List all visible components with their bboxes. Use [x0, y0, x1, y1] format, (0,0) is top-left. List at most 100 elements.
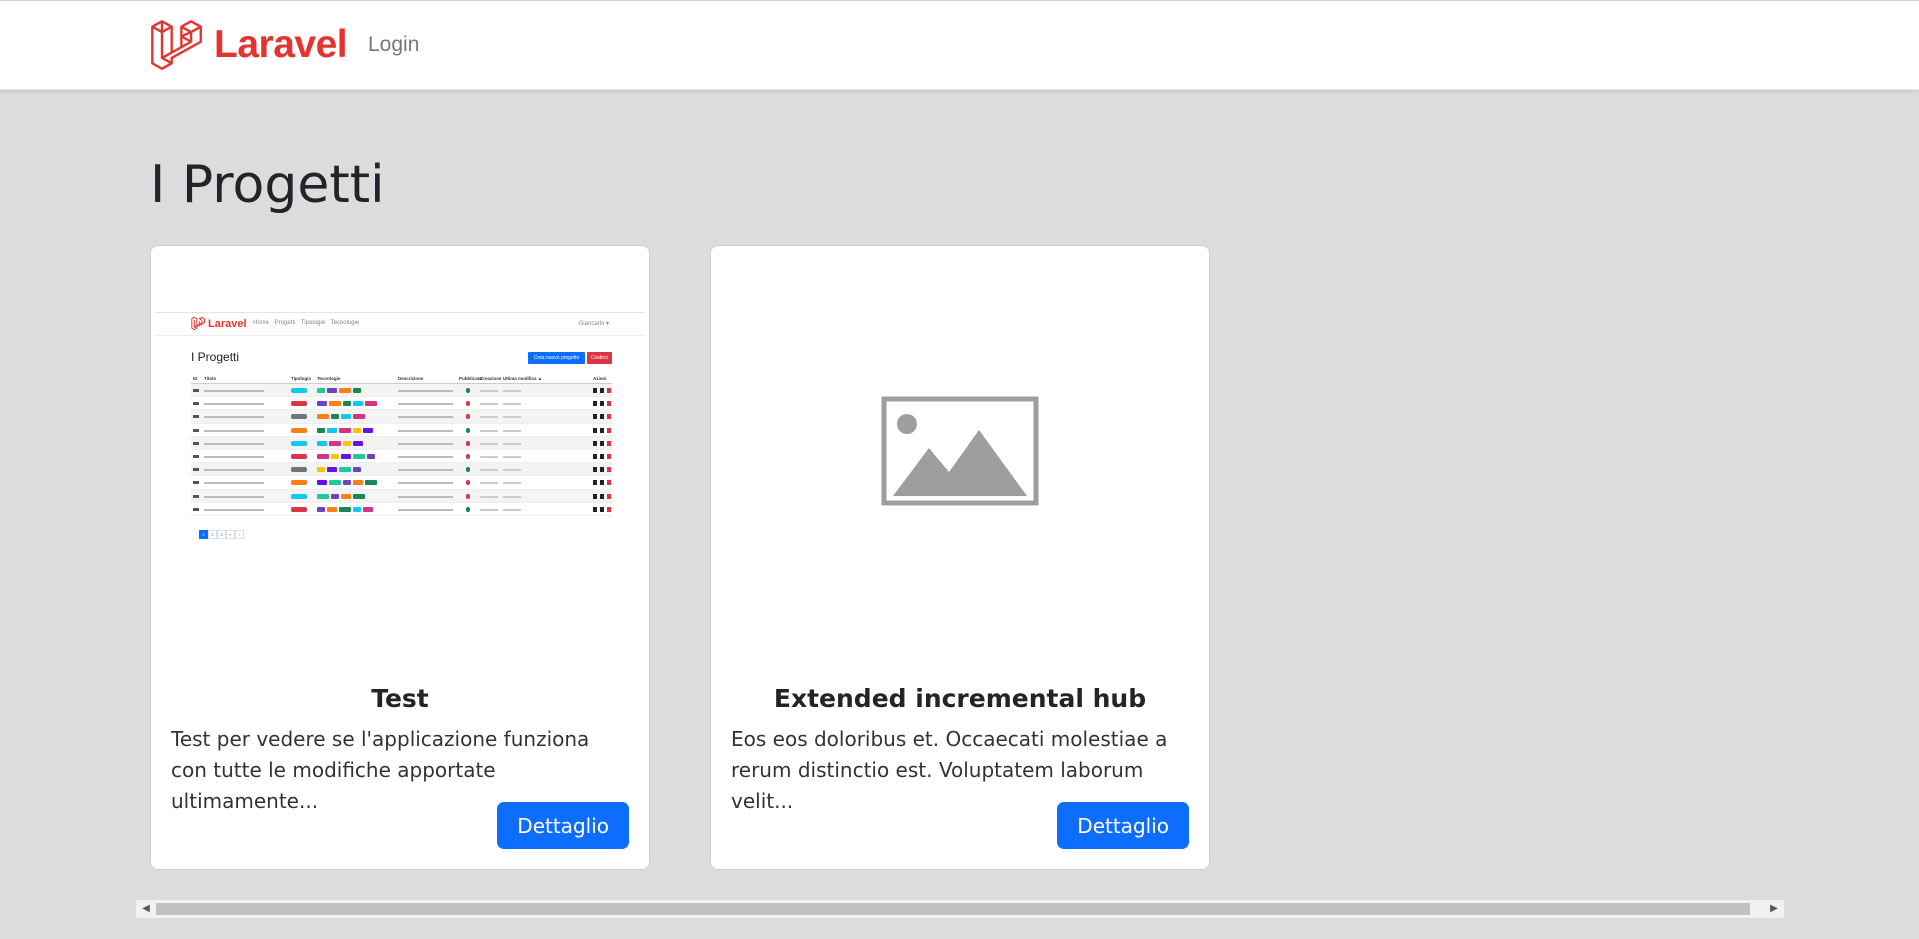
thumb-tech-badge — [365, 480, 377, 486]
thumb-trash-icon — [607, 480, 611, 486]
thumb-published-icon — [466, 414, 470, 420]
thumb-table-row — [191, 476, 612, 490]
screenshot-thumbnail: Laravel Home Progetti Tipologie Tecnolog… — [155, 312, 645, 542]
scroll-left-icon[interactable]: ◀ — [136, 900, 156, 918]
thumb-tech-badge — [317, 440, 327, 446]
thumb-cell-desc — [398, 442, 453, 445]
thumb-cell-date — [503, 429, 521, 432]
thumb-tech-badge — [327, 427, 337, 433]
thumb-tech-badge — [353, 506, 361, 512]
thumb-trash-icon — [607, 427, 611, 433]
thumb-tech-badge — [317, 414, 329, 420]
thumb-user-menu: Giancarlo ▾ — [578, 321, 609, 327]
thumb-eye-icon — [593, 480, 597, 486]
thumb-cell-title — [204, 495, 264, 498]
thumb-cell-desc — [398, 455, 453, 458]
thumb-pencil-icon — [600, 467, 604, 473]
thumb-header-cell: Ultima modifica ▲ — [503, 376, 543, 381]
thumb-tech-badge — [317, 467, 325, 473]
thumb-cell-date — [503, 482, 521, 485]
thumb-pencil-icon — [600, 427, 604, 433]
thumb-cell-desc — [398, 495, 453, 498]
thumb-pencil-icon — [600, 493, 604, 499]
thumb-pencil-icon — [600, 414, 604, 420]
thumb-cell-id — [193, 389, 199, 392]
thumb-page: 3 — [217, 530, 226, 539]
thumb-published-icon — [466, 440, 470, 446]
thumb-published-icon — [466, 467, 470, 473]
thumb-table-row — [191, 436, 612, 450]
thumb-tech-badge — [353, 467, 361, 473]
thumb-pagination: 1 2 3 » › — [199, 530, 244, 539]
thumb-pencil-icon — [600, 506, 604, 512]
thumb-cell-desc — [398, 403, 453, 406]
thumb-tech-badge — [317, 401, 327, 407]
image-placeholder-icon — [881, 396, 1039, 506]
thumb-trash-icon — [607, 453, 611, 459]
thumb-tech-badge — [327, 506, 337, 512]
thumb-published-icon — [466, 506, 470, 512]
thumb-tech-badge — [343, 401, 351, 407]
scrollbar-thumb[interactable] — [156, 903, 1750, 915]
login-link[interactable]: Login — [368, 33, 419, 57]
thumb-cell-date — [480, 390, 498, 392]
thumb-trash-icon — [607, 388, 611, 393]
thumb-page: 1 — [199, 530, 208, 539]
laravel-logo-icon — [151, 20, 202, 70]
thumb-tech-badge — [339, 388, 351, 393]
thumb-tech-badge — [317, 480, 327, 486]
thumb-cell-desc — [398, 508, 453, 511]
brand-name: Laravel — [214, 23, 348, 66]
thumb-tech-badge — [327, 467, 337, 473]
detail-button[interactable]: Dettaglio — [1057, 802, 1189, 849]
thumb-cell-date — [503, 508, 521, 511]
thumb-cell-date — [480, 403, 498, 406]
thumb-cell-date — [503, 495, 521, 498]
thumb-tech-badge — [329, 401, 341, 407]
thumb-published-icon — [466, 401, 470, 407]
thumb-cell-title — [204, 429, 264, 432]
thumb-tech-badge — [317, 453, 329, 459]
thumb-tech-badge — [341, 493, 351, 499]
thumb-cell-date — [503, 416, 521, 419]
thumb-tech-badge — [343, 480, 351, 486]
thumb-tech-badge — [353, 453, 365, 459]
scroll-right-icon[interactable]: ▶ — [1764, 900, 1784, 918]
thumb-cell-date — [480, 442, 498, 445]
thumb-header-cell: Tipologia — [291, 376, 311, 381]
thumb-table-row — [191, 397, 612, 411]
thumb-published-icon — [466, 453, 470, 459]
thumb-tech-badge — [317, 388, 325, 393]
thumb-cell-date — [480, 469, 498, 472]
thumb-cell-id — [193, 468, 199, 472]
thumb-tech-badge — [329, 480, 341, 486]
thumb-header-cell: Pubblicato — [459, 376, 483, 381]
project-card: Extended incremental hub Eos eos dolorib… — [710, 245, 1210, 870]
thumb-table: ID Titolo Tipologia Tecnologie Descrizio… — [191, 374, 612, 516]
thumb-cell-title — [204, 455, 264, 458]
brand-link[interactable]: Laravel — [148, 17, 348, 73]
thumb-header-cell: Titolo — [204, 376, 217, 381]
project-card: Laravel Home Progetti Tipologie Tecnolog… — [150, 245, 650, 870]
thumb-cell-title — [204, 442, 264, 445]
thumb-tech-badge — [317, 427, 325, 433]
thumb-table-row — [191, 463, 612, 477]
thumb-page: › — [235, 530, 244, 539]
thumb-header-cell: ID — [193, 376, 198, 381]
thumb-cell-id — [193, 454, 199, 458]
thumb-page: 2 — [208, 530, 217, 539]
thumb-type-badge — [291, 427, 307, 433]
thumb-type-badge — [291, 440, 307, 446]
thumb-header-cell: Descrizione — [398, 376, 424, 381]
thumb-trash-button: Cestino — [587, 352, 612, 364]
thumb-brand: Laravel — [191, 316, 247, 331]
detail-button[interactable]: Dettaglio — [497, 802, 629, 849]
horizontal-scrollbar[interactable]: ◀ ▶ — [135, 899, 1785, 919]
thumb-table-row — [191, 410, 612, 424]
thumb-navbar: Laravel Home Progetti Tipologie Tecnolog… — [155, 312, 645, 336]
thumb-trash-icon — [607, 401, 611, 407]
thumb-tech-badge — [363, 427, 373, 433]
thumb-eye-icon — [593, 388, 597, 393]
thumb-type-badge — [291, 453, 307, 459]
thumb-tech-badge — [339, 427, 351, 433]
